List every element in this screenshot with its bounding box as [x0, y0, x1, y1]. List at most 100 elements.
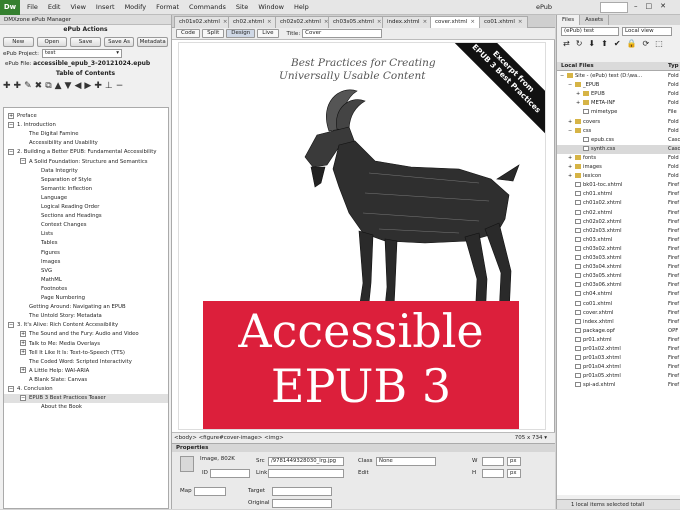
workspace-switcher[interactable]: ePub: [536, 3, 552, 11]
toc-item[interactable]: Data Integrity: [4, 167, 168, 176]
add-chapter-icon[interactable]: ✚: [3, 81, 11, 91]
check-in-icon[interactable]: 🔒: [627, 39, 637, 48]
expand-icon[interactable]: ⬚: [655, 39, 663, 48]
file-row[interactable]: bk01-toc.xhtml Firef: [557, 181, 680, 190]
link-input[interactable]: [268, 469, 344, 478]
collapse-icon[interactable]: ⊥: [105, 81, 113, 91]
file-row[interactable]: − _EPUB Fold: [557, 81, 680, 90]
file-row[interactable]: ch02s03.xhtml Firef: [557, 227, 680, 236]
get-files-icon[interactable]: ⬇: [588, 39, 595, 48]
collapse-icon[interactable]: −: [560, 72, 567, 81]
file-row[interactable]: ch03s03.xhtml Firef: [557, 254, 680, 263]
sync-icon[interactable]: ⟳: [642, 39, 649, 48]
expand-icon[interactable]: +: [576, 90, 583, 99]
collapse-icon[interactable]: −: [8, 321, 14, 328]
target-select[interactable]: [272, 487, 332, 496]
file-row[interactable]: pr01.xhtml Firef: [557, 336, 680, 345]
tab-assets[interactable]: Assets: [580, 15, 609, 25]
type-header[interactable]: Typ: [668, 62, 679, 71]
file-row[interactable]: index.xhtml Firef: [557, 318, 680, 327]
tab-cover[interactable]: cover.xhtml ×: [430, 16, 480, 28]
toc-item[interactable]: + The Sound and the Fury: Audio and Video: [4, 330, 168, 339]
code-view-button[interactable]: Code: [176, 29, 201, 38]
design-view-button[interactable]: Design: [226, 29, 256, 38]
file-row[interactable]: synth.css Casc: [557, 144, 680, 154]
tab-files[interactable]: Files: [557, 15, 581, 25]
close-tab-icon[interactable]: ×: [267, 19, 272, 25]
expand-icon[interactable]: +: [20, 367, 26, 374]
file-row[interactable]: + covers Fold: [557, 118, 680, 127]
file-row[interactable]: ch01.xhtml Firef: [557, 190, 680, 199]
expand-icon[interactable]: +: [20, 340, 26, 346]
menu-window[interactable]: Window: [258, 3, 284, 11]
refresh-icon[interactable]: ↻: [576, 39, 583, 48]
file-row[interactable]: co01.xhtml Firef: [557, 300, 680, 309]
file-row[interactable]: ch01s02.xhtml Firef: [557, 199, 680, 208]
collapse-icon[interactable]: −: [20, 394, 26, 401]
cover-image[interactable]: Best Practices for Creating Universally …: [178, 42, 546, 430]
class-select[interactable]: None: [376, 457, 436, 466]
title-input[interactable]: Cover: [302, 29, 383, 38]
toc-item[interactable]: Page Numbering: [4, 294, 168, 303]
project-select[interactable]: test: [42, 49, 122, 58]
close-tab-icon[interactable]: ×: [470, 19, 475, 25]
collapse-icon[interactable]: −: [20, 158, 26, 164]
file-row[interactable]: cover.xhtml Firef: [557, 309, 680, 318]
expand-icon[interactable]: +: [568, 172, 575, 181]
file-row[interactable]: ch02s02.xhtml Firef: [557, 218, 680, 227]
id-input[interactable]: [210, 469, 250, 478]
close-tab-icon[interactable]: ×: [423, 19, 428, 25]
collapse-icon[interactable]: −: [8, 121, 14, 128]
file-row[interactable]: + fonts Fold: [557, 154, 680, 163]
file-row[interactable]: ch03s04.xhtml Firef: [557, 263, 680, 272]
toc-item[interactable]: Context Changes: [4, 221, 168, 230]
menu-site[interactable]: Site: [236, 3, 248, 11]
file-row[interactable]: + EPUB Fold: [557, 90, 680, 99]
close-icon[interactable]: ✕: [660, 2, 666, 10]
tab-ch02s02[interactable]: ch02s02.xhtml ×: [275, 16, 334, 28]
file-row[interactable]: pr01s03.xhtml Firef: [557, 354, 680, 363]
local-files-header[interactable]: Local Files: [561, 62, 594, 71]
close-tab-icon[interactable]: ×: [223, 19, 228, 25]
toc-item[interactable]: − EPUB 3 Best Practices Teaser: [4, 394, 168, 404]
expand-icon[interactable]: +: [568, 118, 575, 127]
toc-item[interactable]: A Blank Slate: Canvas: [4, 376, 168, 385]
file-row[interactable]: ch02.xhtml Firef: [557, 209, 680, 218]
toc-item[interactable]: The Coded Word: Scripted Interactivity: [4, 358, 168, 367]
toc-item[interactable]: − A Solid Foundation: Structure and Seman…: [4, 158, 168, 167]
toc-item[interactable]: MathML: [4, 276, 168, 285]
file-row[interactable]: pr01s04.xhtml Firef: [557, 363, 680, 372]
collapse-icon[interactable]: −: [8, 385, 14, 392]
width-unit[interactable]: px: [507, 457, 521, 466]
menu-view[interactable]: View: [70, 3, 85, 11]
move-up-icon[interactable]: ▲: [55, 81, 62, 91]
original-input[interactable]: [272, 499, 332, 508]
delete-icon[interactable]: ✖: [35, 81, 43, 91]
toc-item[interactable]: The Untold Story: Metadata: [4, 312, 168, 321]
add-icon[interactable]: ✚: [94, 81, 102, 91]
site-select[interactable]: (ePub) test: [561, 26, 619, 36]
indent-icon[interactable]: ▶: [84, 81, 91, 91]
collapse-icon[interactable]: −: [568, 81, 575, 90]
menu-help[interactable]: Help: [294, 3, 309, 11]
width-input[interactable]: [482, 457, 504, 466]
toc-item[interactable]: Accessibility and Usability: [4, 139, 168, 148]
file-row[interactable]: − css Fold: [557, 127, 680, 136]
file-row[interactable]: ch03.xhtml Firef: [557, 236, 680, 245]
toc-item[interactable]: −2. Building a Better EPUB: Fundamental …: [4, 148, 168, 157]
tab-ch01s02[interactable]: ch01s02.xhtml ×: [174, 16, 233, 28]
search-input[interactable]: [600, 2, 628, 13]
tag-selector[interactable]: <body> <figure#cover-image> <img>: [174, 435, 284, 441]
expand-icon[interactable]: +: [8, 112, 14, 119]
toc-item[interactable]: Getting Around: Navigating an EPUB: [4, 303, 168, 312]
file-row[interactable]: + META-INF Fold: [557, 99, 680, 108]
collapse-icon[interactable]: −: [568, 127, 575, 136]
file-row[interactable]: pr01s05.xhtml Firef: [557, 372, 680, 381]
tab-ch02[interactable]: ch02.xhtml ×: [228, 16, 277, 28]
expand-icon[interactable]: +: [576, 99, 583, 108]
file-row[interactable]: + lexicon Fold: [557, 172, 680, 181]
file-row[interactable]: ch03s06.xhtml Firef: [557, 281, 680, 290]
file-row[interactable]: ch03s05.xhtml Firef: [557, 272, 680, 281]
check-out-icon[interactable]: ✔: [614, 39, 621, 48]
menu-file[interactable]: File: [27, 3, 38, 11]
